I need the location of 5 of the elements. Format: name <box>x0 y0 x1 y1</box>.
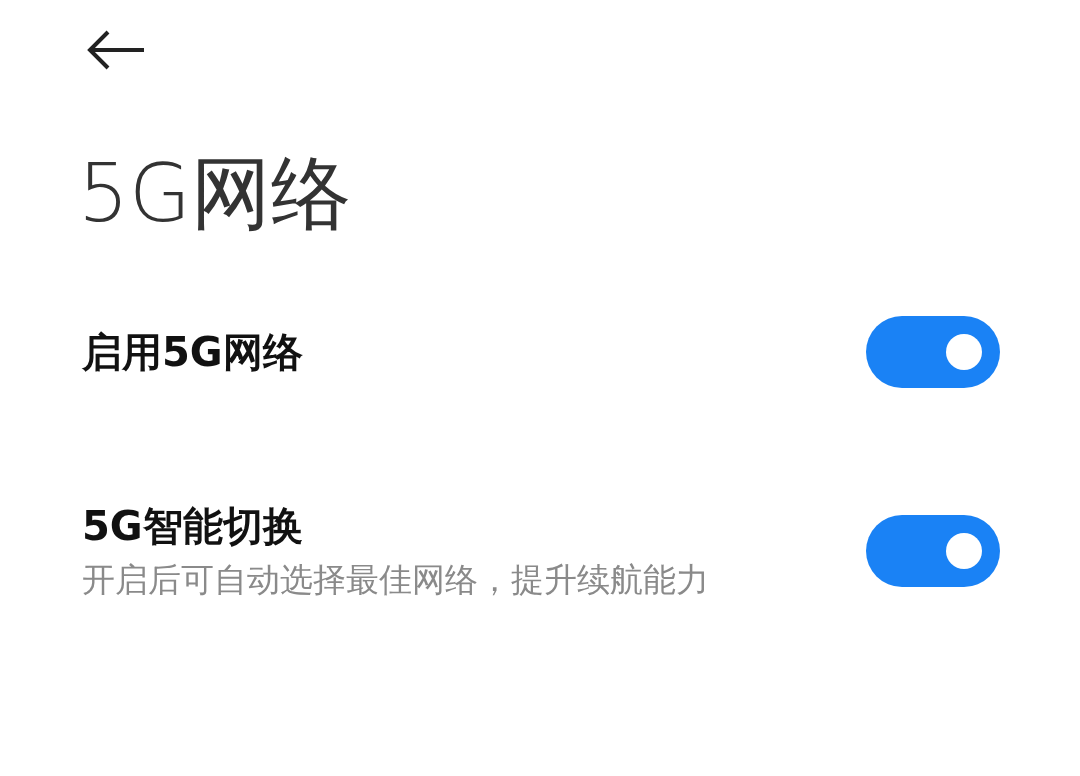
back-icon[interactable] <box>86 30 146 70</box>
setting-label: 5G智能切换 <box>82 502 304 550</box>
setting-label: 启用5G网络 <box>82 328 303 376</box>
setting-description: 开启后可自动选择最佳网络，提升续航能力 <box>82 560 709 600</box>
page-title: 5G网络 <box>78 146 352 242</box>
